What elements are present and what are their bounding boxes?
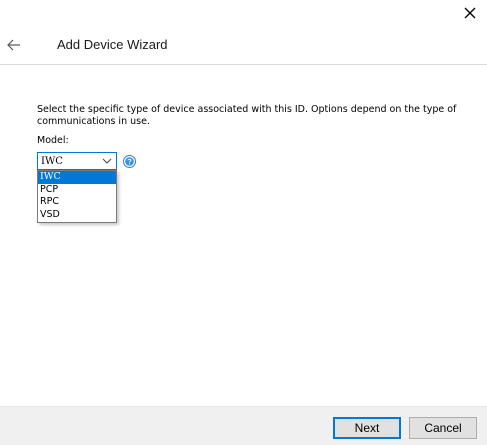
description-text: Select the specific type of device assoc… xyxy=(37,104,457,127)
close-icon xyxy=(464,7,476,19)
close-button[interactable] xyxy=(461,4,479,22)
wizard-header: Add Device Wizard xyxy=(0,28,487,65)
model-select[interactable]: IWC xyxy=(37,152,117,170)
help-icon xyxy=(123,155,136,168)
model-option-vsd[interactable]: VSD xyxy=(38,209,116,222)
model-option-pcp[interactable]: PCP xyxy=(38,184,116,197)
model-option-rpc[interactable]: RPC xyxy=(38,196,116,209)
model-option-iwc[interactable]: IWC xyxy=(38,171,116,184)
back-button[interactable] xyxy=(6,37,22,51)
cancel-button[interactable]: Cancel xyxy=(409,417,477,439)
wizard-footer: Next Cancel xyxy=(0,406,487,445)
chevron-down-icon xyxy=(102,158,112,164)
back-arrow-icon xyxy=(7,39,20,51)
model-label: Model: xyxy=(37,135,69,146)
model-dropdown-list: IWC PCP RPC VSD xyxy=(37,170,117,223)
model-select-value: IWC xyxy=(41,156,63,167)
help-button[interactable] xyxy=(123,153,136,168)
next-button[interactable]: Next xyxy=(333,417,401,439)
page-title: Add Device Wizard xyxy=(57,37,168,52)
